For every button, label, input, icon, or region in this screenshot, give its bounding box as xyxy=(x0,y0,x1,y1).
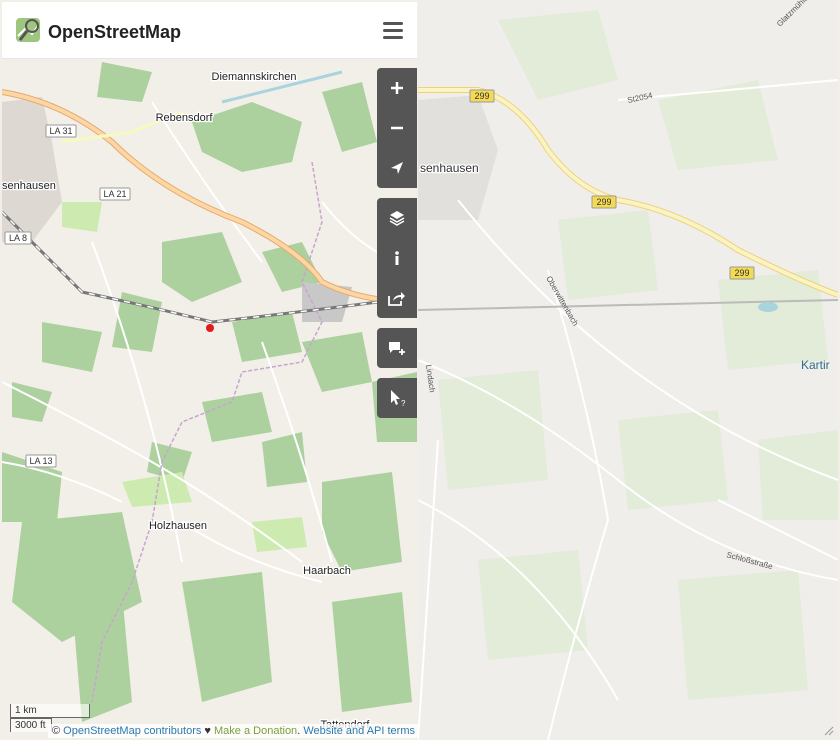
info-button[interactable] xyxy=(377,238,417,278)
map-controls: ? xyxy=(377,68,417,428)
place-label-senhausen: senhausen xyxy=(2,180,56,192)
attribution-bar: © OpenStreetMap contributors ♥ Make a Do… xyxy=(48,724,419,738)
share-button[interactable] xyxy=(377,278,417,318)
road-label-la31: LA 31 xyxy=(49,126,72,136)
place-label-senhausen-right: senhausen xyxy=(420,161,479,175)
layers-button[interactable] xyxy=(377,198,417,238)
road-shield-299-2: 299 xyxy=(591,195,617,209)
query-features-button[interactable]: ? xyxy=(377,378,417,418)
location-arrow-icon xyxy=(391,162,403,174)
scale-metric: 1 km xyxy=(10,704,90,718)
place-label-holzhausen: Holzhausen xyxy=(149,520,207,532)
minus-icon xyxy=(391,126,403,130)
zoom-in-button[interactable] xyxy=(377,68,417,108)
api-terms-link[interactable]: Website and API terms xyxy=(303,725,415,737)
browser-window: LA 31 LA 21 LA 8 LA 13 Diemannskirchen R… xyxy=(0,0,840,740)
copyright-symbol: © xyxy=(52,725,61,737)
road-shield-la31: LA 31 xyxy=(45,124,77,138)
share-icon xyxy=(388,292,405,306)
resize-handle-icon[interactable] xyxy=(822,724,834,736)
heart-symbol: ♥ xyxy=(204,725,211,737)
layers-icon xyxy=(389,211,405,226)
query-controls: ? xyxy=(377,378,417,418)
right-map-pane[interactable]: 299 299 299 St2054 Oberwittenbach Lindac… xyxy=(418,0,838,740)
left-map-pane[interactable]: LA 31 LA 21 LA 8 LA 13 Diemannskirchen R… xyxy=(2,2,417,738)
donate-link[interactable]: Make a Donation xyxy=(214,725,297,737)
plus-icon xyxy=(391,82,403,94)
location-marker xyxy=(206,324,214,332)
zoom-controls xyxy=(377,68,417,188)
osm-logo-icon[interactable] xyxy=(14,16,42,44)
contributors-link[interactable]: OpenStreetMap contributors xyxy=(63,725,201,737)
add-note-icon xyxy=(389,342,405,355)
site-header: OpenStreetMap xyxy=(2,2,417,59)
road-label-la13: LA 13 xyxy=(29,456,52,466)
locate-button[interactable] xyxy=(377,148,417,188)
place-label-diemannskirchen: Diemannskirchen xyxy=(212,71,297,83)
road-shield-la8: LA 8 xyxy=(4,231,32,245)
road-shield-la21: LA 21 xyxy=(99,187,131,201)
scale-imperial: 3000 ft xyxy=(10,718,52,732)
road-label-299-3: 299 xyxy=(734,268,749,278)
query-pointer-icon: ? xyxy=(391,390,406,407)
road-shield-la13: LA 13 xyxy=(25,454,57,468)
zoom-out-button[interactable] xyxy=(377,108,417,148)
info-icon xyxy=(395,251,399,265)
place-label-rebensdorf: Rebensdorf xyxy=(156,112,214,124)
road-shield-299-1: 299 xyxy=(469,89,495,103)
road-label-la8: LA 8 xyxy=(9,233,27,243)
road-label-299-2: 299 xyxy=(596,197,611,207)
left-map-canvas[interactable]: LA 31 LA 21 LA 8 LA 13 Diemannskirchen R… xyxy=(2,2,417,738)
place-label-kartin: Kartir xyxy=(801,358,830,372)
right-map-canvas[interactable]: 299 299 299 St2054 Oberwittenbach Lindac… xyxy=(418,0,838,740)
svg-text:?: ? xyxy=(401,399,406,407)
menu-icon[interactable] xyxy=(383,22,403,40)
site-title[interactable]: OpenStreetMap xyxy=(48,22,181,43)
attribution-separator: . xyxy=(297,725,301,737)
panel-controls xyxy=(377,198,417,318)
place-label-haarbach: Haarbach xyxy=(303,565,351,577)
road-label-299-1: 299 xyxy=(474,91,489,101)
add-note-button[interactable] xyxy=(377,328,417,368)
note-controls xyxy=(377,328,417,368)
road-label-la21: LA 21 xyxy=(103,189,126,199)
road-shield-299-3: 299 xyxy=(729,266,755,280)
